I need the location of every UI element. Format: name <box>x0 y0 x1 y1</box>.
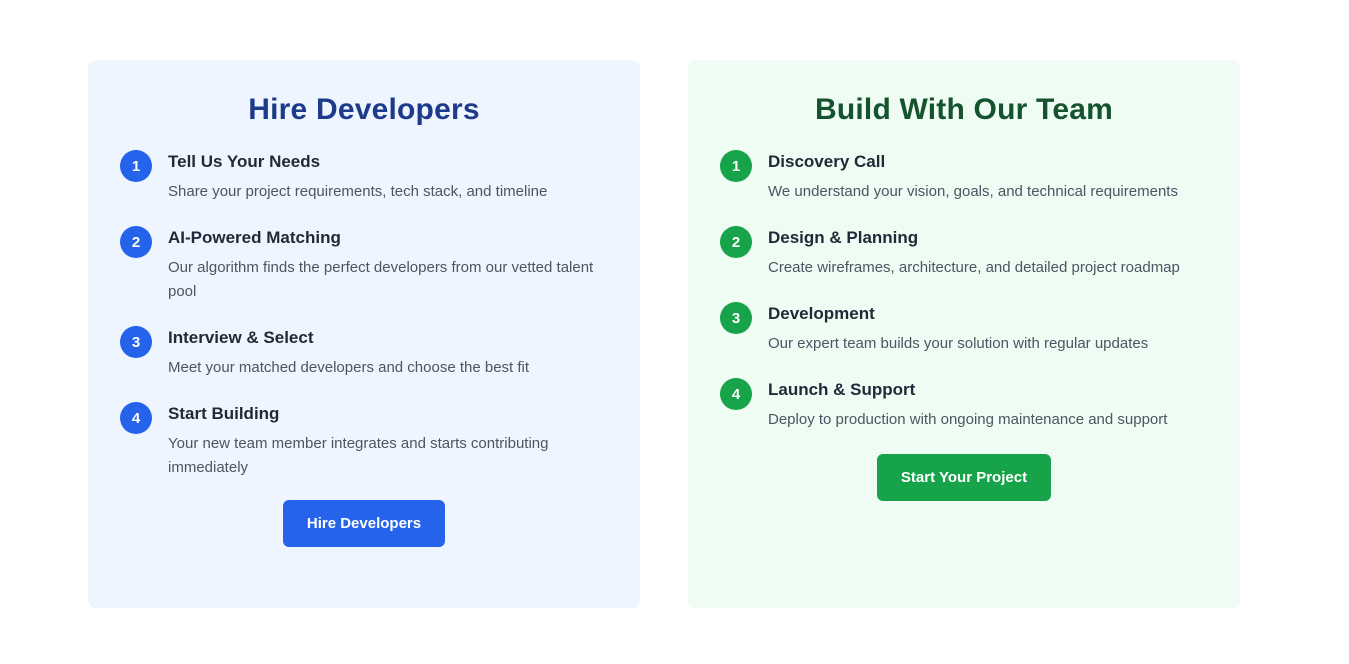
hire-developers-button[interactable]: Hire Developers <box>282 500 446 547</box>
step-number-badge: 3 <box>720 302 752 334</box>
step-body: Tell Us Your Needs Share your project re… <box>168 150 608 204</box>
list-item: 3 Development Our expert team builds you… <box>720 302 1208 356</box>
list-item: 2 Design & Planning Create wireframes, a… <box>720 226 1208 280</box>
hire-developers-card: Hire Developers 1 Tell Us Your Needs Sha… <box>88 60 640 608</box>
list-item: 3 Interview & Select Meet your matched d… <box>120 326 608 380</box>
step-body: Development Our expert team builds your … <box>768 302 1208 356</box>
step-title: Interview & Select <box>168 328 314 347</box>
page: Hire Developers 1 Tell Us Your Needs Sha… <box>0 0 1349 664</box>
step-body: Design & Planning Create wireframes, arc… <box>768 226 1208 280</box>
step-description: We understand your vision, goals, and te… <box>768 183 1178 200</box>
list-item: 1 Discovery Call We understand your visi… <box>720 150 1208 204</box>
build-steps-list: 1 Discovery Call We understand your visi… <box>720 150 1208 432</box>
step-body: Launch & Support Deploy to production wi… <box>768 378 1208 432</box>
step-description: Create wireframes, architecture, and det… <box>768 259 1180 276</box>
step-number-badge: 1 <box>120 150 152 182</box>
list-item: 4 Start Building Your new team member in… <box>120 402 608 480</box>
build-with-team-card: Build With Our Team 1 Discovery Call We … <box>688 60 1240 608</box>
step-body: Start Building Your new team member inte… <box>168 402 608 480</box>
list-item: 2 AI-Powered Matching Our algorithm find… <box>120 226 608 304</box>
step-body: Discovery Call We understand your vision… <box>768 150 1208 204</box>
start-your-project-button[interactable]: Start Your Project <box>876 454 1052 501</box>
step-title: Design & Planning <box>768 228 919 247</box>
list-item: 4 Launch & Support Deploy to production … <box>720 378 1208 432</box>
step-number-badge: 4 <box>720 378 752 410</box>
step-title: Launch & Support <box>768 380 916 399</box>
step-body: AI-Powered Matching Our algorithm finds … <box>168 226 608 304</box>
step-title: Start Building <box>168 404 280 423</box>
build-card-title: Build With Our Team <box>815 93 1113 126</box>
hire-card-title: Hire Developers <box>248 93 480 126</box>
step-title: Development <box>768 304 875 323</box>
hire-steps-list: 1 Tell Us Your Needs Share your project … <box>120 150 608 480</box>
step-number-badge: 2 <box>120 226 152 258</box>
step-description: Our algorithm finds the perfect develope… <box>168 259 594 300</box>
step-description: Your new team member integrates and star… <box>168 435 549 476</box>
list-item: 1 Tell Us Your Needs Share your project … <box>120 150 608 204</box>
step-title: AI-Powered Matching <box>168 228 341 247</box>
step-number-badge: 4 <box>120 402 152 434</box>
step-description: Our expert team builds your solution wit… <box>768 335 1149 352</box>
step-description: Share your project requirements, tech st… <box>168 183 548 200</box>
step-body: Interview & Select Meet your matched dev… <box>168 326 608 380</box>
step-title: Discovery Call <box>768 152 886 171</box>
step-description: Meet your matched developers and choose … <box>168 359 530 376</box>
step-number-badge: 3 <box>120 326 152 358</box>
step-number-badge: 1 <box>720 150 752 182</box>
step-number-badge: 2 <box>720 226 752 258</box>
step-title: Tell Us Your Needs <box>168 152 321 171</box>
step-description: Deploy to production with ongoing mainte… <box>768 411 1168 428</box>
